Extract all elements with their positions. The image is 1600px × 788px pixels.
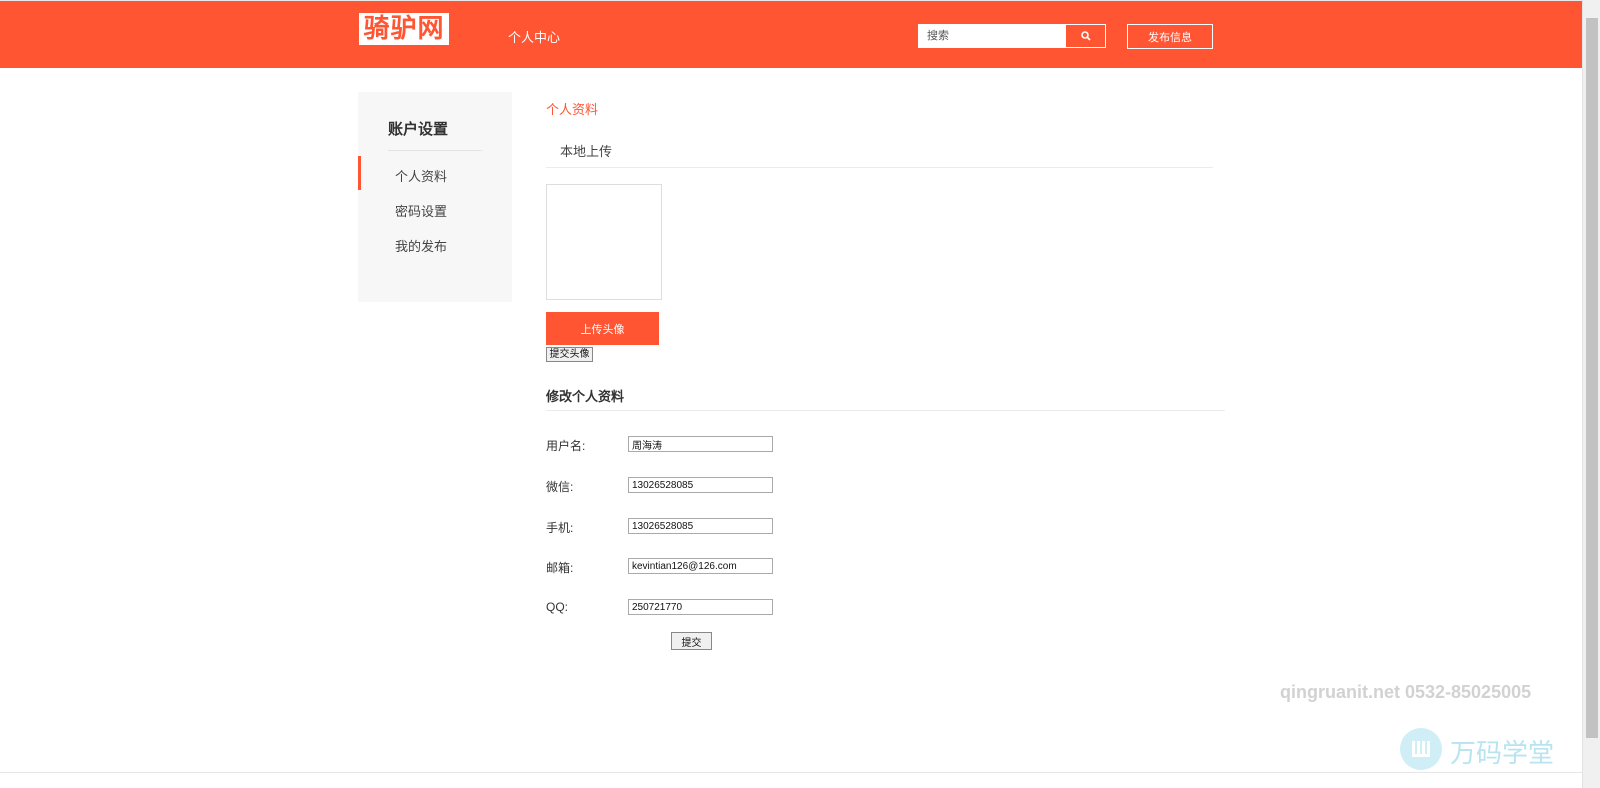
sidebar-item-label: 我的发布 bbox=[395, 239, 448, 254]
sidebar-item-password[interactable]: 密码设置 bbox=[358, 191, 512, 225]
email-field[interactable] bbox=[628, 558, 773, 574]
search-button[interactable] bbox=[1065, 24, 1106, 48]
upload-avatar-button[interactable]: 上传头像 bbox=[546, 312, 659, 345]
section-title: 修改个人资料 bbox=[546, 389, 625, 404]
watermark-contact: qingruanit.net 0532-85025005 bbox=[1280, 682, 1532, 702]
nav-user-center[interactable]: 个人中心 bbox=[508, 27, 560, 46]
sidebar-item-profile[interactable]: 个人资料 bbox=[358, 156, 512, 190]
username-label: 用户名: bbox=[546, 439, 586, 453]
search-input[interactable] bbox=[918, 24, 1065, 48]
watermark-brand: 万码学堂 bbox=[1450, 738, 1555, 768]
sidebar-divider bbox=[388, 150, 482, 151]
vertical-scrollbar[interactable] bbox=[1582, 0, 1600, 788]
email-label: 邮箱: bbox=[546, 561, 574, 575]
avatar-preview bbox=[546, 184, 662, 300]
sidebar-item-label: 个人资料 bbox=[395, 169, 448, 184]
search-icon bbox=[1080, 31, 1091, 41]
brand-logo-icon bbox=[1412, 741, 1430, 757]
wechat-label: 微信: bbox=[546, 480, 574, 494]
submit-profile-button[interactable]: 提交 bbox=[671, 632, 712, 650]
qq-label: QQ: bbox=[546, 600, 569, 614]
account-sidebar: 账户设置 个人资料 密码设置 我的发布 bbox=[358, 92, 512, 302]
wechat-field[interactable] bbox=[628, 477, 773, 493]
sidebar-title: 账户设置 bbox=[388, 121, 449, 138]
phone-field[interactable] bbox=[628, 518, 773, 534]
username-field[interactable] bbox=[628, 436, 773, 452]
submit-avatar-button[interactable]: 提交头像 bbox=[546, 347, 593, 362]
sidebar-item-label: 密码设置 bbox=[395, 204, 448, 219]
qq-field[interactable] bbox=[628, 599, 773, 615]
breadcrumb[interactable]: 个人资料 bbox=[546, 99, 598, 118]
divider bbox=[546, 167, 1213, 168]
divider bbox=[546, 410, 1225, 411]
publish-info-button[interactable]: 发布信息 bbox=[1127, 24, 1213, 49]
sidebar-item-my-posts[interactable]: 我的发布 bbox=[358, 226, 512, 260]
top-header: 骑驴网 个人中心 发布信息 bbox=[0, 0, 1582, 68]
brand-logo-icon bbox=[1400, 728, 1442, 770]
site-logo[interactable]: 骑驴网 bbox=[359, 13, 449, 45]
phone-label: 手机: bbox=[546, 521, 574, 535]
tab-local-upload[interactable]: 本地上传 bbox=[560, 141, 612, 160]
status-bar-divider bbox=[0, 772, 1582, 773]
scrollbar-thumb[interactable] bbox=[1586, 18, 1598, 738]
